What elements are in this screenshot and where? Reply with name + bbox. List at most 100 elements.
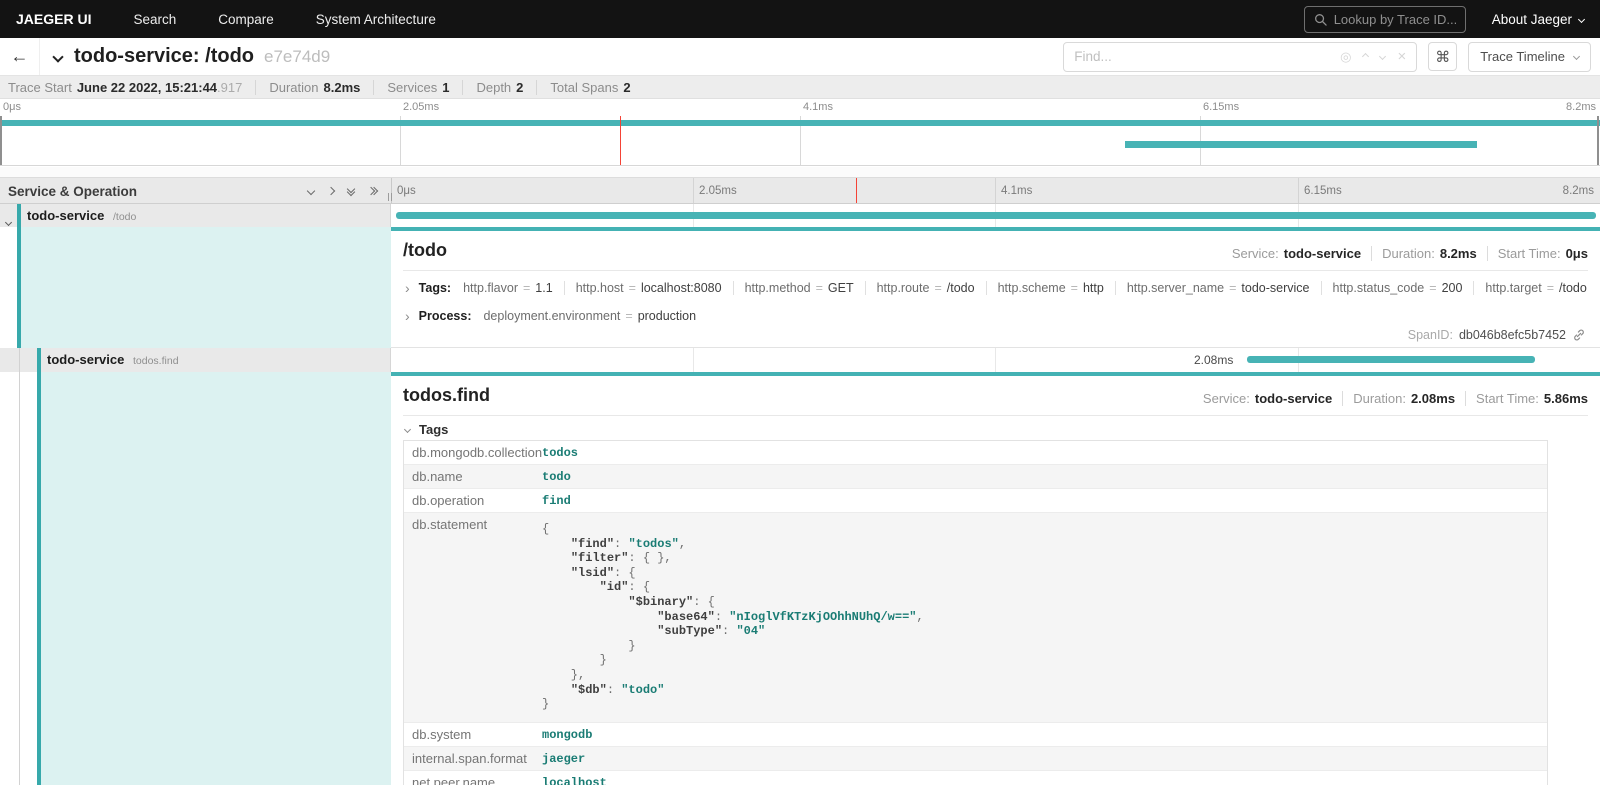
table-row: db.nametodo <box>404 465 1547 489</box>
minimap-right-scrubber[interactable] <box>1597 116 1599 165</box>
detail-indent-fill <box>21 227 391 348</box>
find-in-trace-box[interactable]: ◎ × <box>1063 42 1417 72</box>
minimap-gap <box>0 167 1600 177</box>
trace-total-spans: Total Spans2 <box>536 80 630 95</box>
target-icon[interactable]: ◎ <box>1340 49 1351 65</box>
keyboard-shortcuts-button[interactable]: ⌘ <box>1428 42 1457 71</box>
trace-view-select[interactable]: Trace Timeline <box>1468 42 1591 72</box>
trace-id-lookup-input[interactable] <box>1334 12 1456 27</box>
back-button[interactable]: ← <box>0 38 40 75</box>
process-summary-row[interactable]: › Process: deployment.environment=produc… <box>405 305 1590 327</box>
table-row: db.statement { "find": "todos", "filter"… <box>404 513 1547 723</box>
table-row: db.systemmongodb <box>404 723 1547 747</box>
trace-duration: Duration8.2ms <box>255 80 360 95</box>
minimap-cursor-line <box>620 116 621 165</box>
span-meta: Service:todo-service Duration:8.2ms Star… <box>1232 246 1588 261</box>
span-row-todos-find[interactable]: todo-service todos.find 2.08ms <box>0 348 1600 372</box>
minimap-left-scrubber[interactable] <box>0 116 2 165</box>
span-bar-todo[interactable] <box>396 212 1596 219</box>
span-name: todos.find <box>403 385 490 406</box>
detail-indent-fill <box>41 372 391 785</box>
arrow-left-icon: ← <box>11 46 29 67</box>
process-tag: deployment.environment=production <box>483 309 696 323</box>
trace-summary-bar: Trace Start June 22 2022, 15:21:44.917 D… <box>0 76 1600 99</box>
trace-depth: Depth2 <box>462 80 523 95</box>
span-id-footer: SpanID: db046b8efc5b7452 <box>1408 328 1586 342</box>
tags-summary-row[interactable]: › Tags: http.flavor=1.1 http.host=localh… <box>405 277 1590 299</box>
link-icon[interactable] <box>1572 328 1586 342</box>
trace-services-count: Services1 <box>373 80 449 95</box>
find-input[interactable] <box>1074 49 1328 64</box>
chevron-up-icon <box>1362 53 1369 60</box>
span-meta: Service:todo-service Duration:2.08ms Sta… <box>1203 391 1588 406</box>
collapse-one-icon[interactable] <box>308 188 314 194</box>
next-match-button[interactable] <box>1380 54 1385 59</box>
trace-collapse-toggle[interactable] <box>54 48 62 66</box>
detail-panel-todo: /todo Service:todo-service Duration:8.2m… <box>391 227 1600 348</box>
span-row-todos-find-label[interactable]: todo-service todos.find <box>0 348 391 372</box>
db-statement-json: { "find": "todos", "filter": { }, "lsid"… <box>542 518 924 718</box>
span-tag: http.method=GET <box>733 281 854 295</box>
minimap-span-bar-todos-find <box>1125 141 1477 148</box>
span-accent-bar <box>37 348 41 372</box>
span-tag: http.server_name=todo-service <box>1115 281 1310 295</box>
nav-item-search[interactable]: Search <box>133 12 176 27</box>
trace-title: todo-service: /todoe7e74d9 <box>74 45 330 68</box>
table-row: db.operationfind <box>404 489 1547 513</box>
span-detail-todo: /todo Service:todo-service Duration:8.2m… <box>0 227 1600 348</box>
span-tag: http.scheme=http <box>986 281 1104 295</box>
expand-one-icon[interactable] <box>328 188 334 194</box>
timeline-table-header: Service & Operation 0μs 2.05ms 4.1ms 6.1… <box>0 177 1600 204</box>
command-icon: ⌘ <box>1435 48 1450 66</box>
trace-start: Trace Start June 22 2022, 15:21:44.917 <box>8 80 242 95</box>
clear-find-button[interactable]: × <box>1397 48 1406 65</box>
span-tag: http.target=/todo <box>1473 281 1586 295</box>
column-resize-grip[interactable] <box>388 193 395 201</box>
span-duration-label: 2.08ms <box>1194 353 1233 367</box>
chevron-down-icon <box>52 51 63 62</box>
about-jaeger-menu[interactable]: About Jaeger <box>1492 12 1584 27</box>
minimap-tick-labels: 0μs 2.05ms 4.1ms 6.15ms 8.2ms <box>0 99 1600 116</box>
detail-panel-todos-find: todos.find Service:todo-service Duration… <box>391 372 1600 785</box>
indent-guide <box>19 372 20 785</box>
chevron-right-icon: › <box>405 308 410 324</box>
span-row-todo-label[interactable]: todo-service /todo <box>0 204 391 227</box>
prev-match-button[interactable] <box>1363 54 1368 59</box>
trace-id-short: e7e74d9 <box>264 47 330 66</box>
nav-item-compare[interactable]: Compare <box>218 12 274 27</box>
table-row: db.mongodb.collectiontodos <box>404 441 1547 465</box>
brand-jaeger-ui[interactable]: JAEGER UI <box>16 11 91 27</box>
span-row-todo[interactable]: todo-service /todo <box>0 204 1600 227</box>
table-row: net.peer.namelocalhost <box>404 771 1547 785</box>
trace-id-lookup-box[interactable] <box>1304 6 1466 33</box>
tags-section-toggle[interactable]: Tags <box>405 422 448 437</box>
minimap-span-bar-todo <box>0 120 1600 126</box>
chevron-down-icon <box>1578 15 1585 22</box>
span-tag: http.status_code=200 <box>1321 281 1463 295</box>
table-row: internal.span.formatjaeger <box>404 747 1547 771</box>
trace-header-bar: ← todo-service: /todoe7e74d9 ◎ × ⌘ Trace… <box>0 38 1600 76</box>
span-bar-todos-find[interactable] <box>1247 356 1535 363</box>
header-gridline <box>1298 178 1299 203</box>
tags-key-value-table: db.mongodb.collectiontodos db.nametodo d… <box>403 440 1548 785</box>
header-gridline <box>693 178 694 203</box>
collapse-all-icon[interactable] <box>348 186 354 195</box>
timeline-minimap[interactable] <box>0 116 1600 166</box>
span-row-todo-timeline[interactable] <box>392 204 1600 227</box>
nav-item-system-architecture[interactable]: System Architecture <box>316 12 436 27</box>
header-gridline <box>995 178 996 203</box>
span-name: /todo <box>403 240 447 261</box>
timeline-cursor-line <box>856 178 857 203</box>
chevron-down-icon <box>404 426 411 433</box>
search-icon <box>1314 13 1327 26</box>
span-tag: http.flavor=1.1 <box>463 281 553 295</box>
chevron-down-icon <box>1379 53 1386 60</box>
span-tag: http.route=/todo <box>865 281 975 295</box>
service-operation-header: Service & Operation <box>8 184 137 199</box>
top-navbar: JAEGER UI Search Compare System Architec… <box>0 0 1600 38</box>
jaeger-trace-page: JAEGER UI Search Compare System Architec… <box>0 0 1600 785</box>
expand-all-icon[interactable] <box>368 188 377 194</box>
span-accent-bar <box>17 204 21 227</box>
chevron-down-icon <box>1573 53 1580 60</box>
span-row-todos-find-timeline[interactable]: 2.08ms <box>392 348 1600 372</box>
